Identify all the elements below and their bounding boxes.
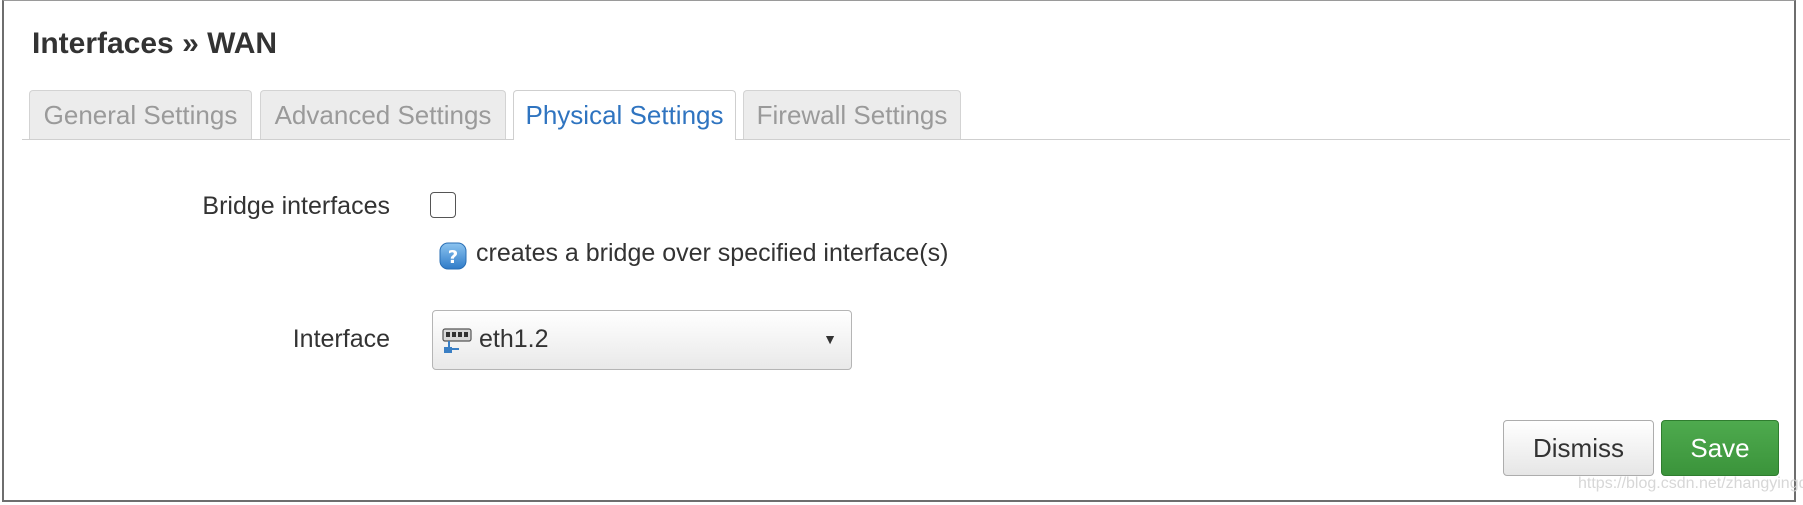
- ethernet-switch-icon: [442, 328, 472, 353]
- bridge-interfaces-label: Bridge interfaces: [202, 192, 390, 220]
- dismiss-button[interactable]: Dismiss: [1503, 420, 1654, 476]
- svg-text:?: ?: [448, 247, 458, 268]
- interface-select-value: eth1.2: [479, 325, 549, 353]
- bridge-help-text: creates a bridge over specified interfac…: [476, 239, 949, 267]
- tab-bar: General Settings Advanced Settings Physi…: [22, 90, 1790, 140]
- bridge-interfaces-checkbox[interactable]: [430, 192, 456, 218]
- modal-dialog: Interfaces » WAN General Settings Advanc…: [2, 0, 1803, 502]
- dropdown-caret-icon: ▼: [823, 331, 837, 347]
- tab-advanced-settings[interactable]: Advanced Settings: [260, 90, 506, 139]
- save-button[interactable]: Save: [1661, 420, 1779, 476]
- dialog-title: Interfaces » WAN: [32, 27, 278, 60]
- tab-general-settings[interactable]: General Settings: [29, 90, 252, 139]
- interface-label: Interface: [292, 325, 390, 353]
- watermark-text: https://blog.csdn.net/zhangyingda: [1578, 475, 1803, 492]
- question-help-icon: ?: [439, 242, 467, 270]
- tab-physical-settings[interactable]: Physical Settings: [513, 90, 736, 140]
- tab-firewall-settings[interactable]: Firewall Settings: [743, 90, 961, 139]
- interface-select[interactable]: eth1.2 ▼: [432, 310, 852, 370]
